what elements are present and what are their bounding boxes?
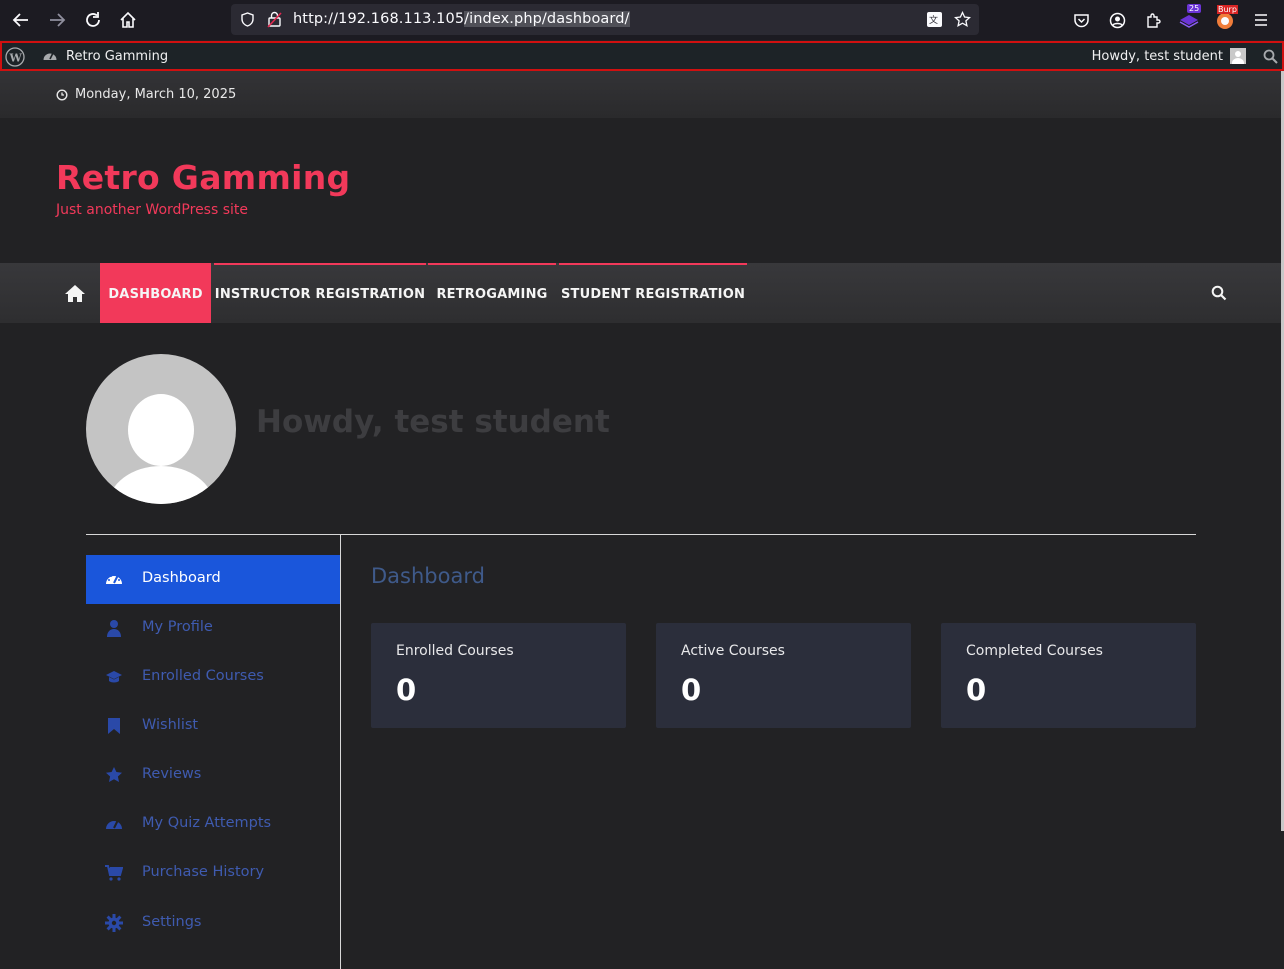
translate-icon[interactable]: 文 — [926, 11, 943, 28]
nav-label: DASHBOARD — [108, 286, 203, 302]
profile-avatar — [86, 354, 236, 504]
bookmark-star-icon[interactable] — [954, 11, 971, 28]
sidebar-item-label: Settings — [142, 914, 202, 930]
top-info-strip: Monday, March 10, 2025 — [0, 71, 1284, 118]
forward-arrow-icon — [50, 13, 66, 27]
browser-toolbar: http://192.168.113.105/index.php/dashboa… — [0, 0, 1284, 40]
admin-bar-site-link[interactable]: Retro Gamming — [42, 48, 168, 64]
pocket-button[interactable] — [1069, 8, 1093, 32]
url-host: http://192.168.113.105 — [293, 11, 465, 27]
bookmark-icon — [105, 717, 123, 735]
admin-bar-account[interactable]: Howdy, test student — [1092, 48, 1246, 64]
nav-item-dashboard[interactable]: DASHBOARD — [100, 263, 211, 323]
extension-badge-count: 25 — [1187, 4, 1202, 13]
graduation-cap-icon — [105, 668, 123, 686]
stat-label: Enrolled Courses — [396, 643, 514, 659]
burp-label: Burp — [1217, 5, 1238, 14]
shield-icon — [241, 12, 254, 27]
sidebar-item-label: Enrolled Courses — [142, 668, 264, 684]
admin-bar-site-name: Retro Gamming — [66, 48, 169, 64]
sidebar-item-purchase-history[interactable]: Purchase History — [86, 849, 340, 898]
back-button[interactable] — [9, 8, 33, 32]
sidebar-item-dashboard[interactable]: Dashboard — [86, 555, 340, 604]
sidebar-item-settings[interactable]: Settings — [86, 899, 340, 948]
sidebar-item-label: Wishlist — [142, 717, 199, 733]
wordpress-logo-icon[interactable]: W — [5, 47, 25, 67]
gear-icon — [105, 914, 123, 932]
menu-button[interactable] — [1249, 8, 1273, 32]
sidebar-item-my-profile[interactable]: My Profile — [86, 604, 340, 653]
account-button[interactable] — [1105, 8, 1129, 32]
admin-bar-avatar — [1230, 48, 1246, 64]
nav-item-student-registration[interactable]: STUDENT REGISTRATION — [559, 263, 747, 323]
nav-label: INSTRUCTOR REGISTRATION — [214, 286, 426, 302]
extension-badge-button[interactable]: 25 — [1177, 4, 1202, 32]
nav-search-icon[interactable] — [1211, 285, 1227, 301]
sidebar-item-my-quiz-attempts[interactable]: My Quiz Attempts — [86, 800, 340, 849]
site-header: Retro Gamming Just another WordPress sit… — [0, 118, 1284, 263]
back-arrow-icon — [12, 13, 28, 27]
sidebar-item-enrolled-courses[interactable]: Enrolled Courses — [86, 653, 340, 702]
nav-home-icon[interactable] — [64, 283, 86, 303]
sidebar-item-wishlist[interactable]: Wishlist — [86, 702, 340, 751]
main-navigation: DASHBOARD INSTRUCTOR REGISTRATION RETROG… — [0, 263, 1284, 323]
admin-search-icon[interactable] — [1263, 49, 1278, 64]
profile-greeting: Howdy, test student — [256, 404, 610, 440]
stat-card-active: Active Courses 0 — [656, 623, 911, 728]
account-icon — [1109, 12, 1125, 28]
avatar-head — [128, 394, 194, 466]
site-tagline: Just another WordPress site — [56, 202, 249, 218]
stat-card-enrolled: Enrolled Courses 0 — [371, 623, 626, 728]
quiz-gauge-icon — [105, 815, 123, 833]
url-text[interactable]: http://192.168.113.105/index.php/dashboa… — [293, 11, 630, 27]
vertical-divider — [340, 534, 341, 969]
nav-item-retrogaming[interactable]: RETROGAMING — [428, 263, 556, 323]
content-title: Dashboard — [371, 564, 485, 588]
puzzle-icon — [1146, 12, 1161, 28]
admin-bar-howdy: Howdy, test student — [1091, 48, 1223, 64]
forward-button[interactable] — [45, 8, 69, 32]
date-text: Monday, March 10, 2025 — [75, 87, 237, 102]
dashboard-icon — [105, 570, 123, 588]
horizontal-divider — [86, 534, 1196, 535]
stat-value: 0 — [396, 673, 417, 707]
wp-admin-bar: W Retro Gamming Howdy, test student — [0, 41, 1284, 71]
user-icon — [105, 619, 123, 637]
url-path: /index.php/dashboard/ — [464, 11, 630, 27]
avatar-body — [108, 466, 214, 504]
stat-label: Active Courses — [681, 643, 785, 659]
insecure-lock-icon — [267, 11, 282, 28]
sidebar-item-label: My Profile — [142, 619, 213, 635]
stat-value: 0 — [681, 673, 702, 707]
site-title[interactable]: Retro Gamming — [56, 158, 350, 197]
extensions-button[interactable] — [1141, 8, 1165, 32]
stat-value: 0 — [966, 673, 987, 707]
current-date: Monday, March 10, 2025 — [56, 87, 236, 102]
hamburger-icon — [1255, 14, 1267, 26]
cart-icon — [105, 864, 123, 882]
clock-icon — [56, 88, 68, 101]
pocket-icon — [1073, 13, 1089, 27]
dashboard-gauge-icon — [43, 52, 57, 60]
nav-label: RETROGAMING — [436, 286, 548, 302]
nav-item-instructor-registration[interactable]: INSTRUCTOR REGISTRATION — [214, 263, 426, 323]
star-icon — [105, 766, 123, 784]
burp-extension-button[interactable]: Burp — [1213, 5, 1238, 32]
stat-card-completed: Completed Courses 0 — [941, 623, 1196, 728]
svg-text:文: 文 — [929, 14, 938, 26]
svg-text:W: W — [9, 52, 23, 65]
url-bar[interactable]: http://192.168.113.105/index.php/dashboa… — [231, 4, 979, 35]
sidebar-item-label: Purchase History — [142, 864, 265, 880]
reload-button[interactable] — [81, 8, 105, 32]
home-icon — [120, 11, 136, 28]
sidebar-item-reviews[interactable]: Reviews — [86, 751, 340, 800]
home-button[interactable] — [116, 8, 140, 32]
nav-label: STUDENT REGISTRATION — [560, 286, 746, 302]
stat-label: Completed Courses — [966, 643, 1103, 659]
sidebar-item-label: Dashboard — [142, 570, 221, 586]
sidebar-item-label: Reviews — [142, 766, 202, 782]
sidebar-item-label: My Quiz Attempts — [142, 815, 272, 831]
reload-icon — [86, 12, 100, 27]
